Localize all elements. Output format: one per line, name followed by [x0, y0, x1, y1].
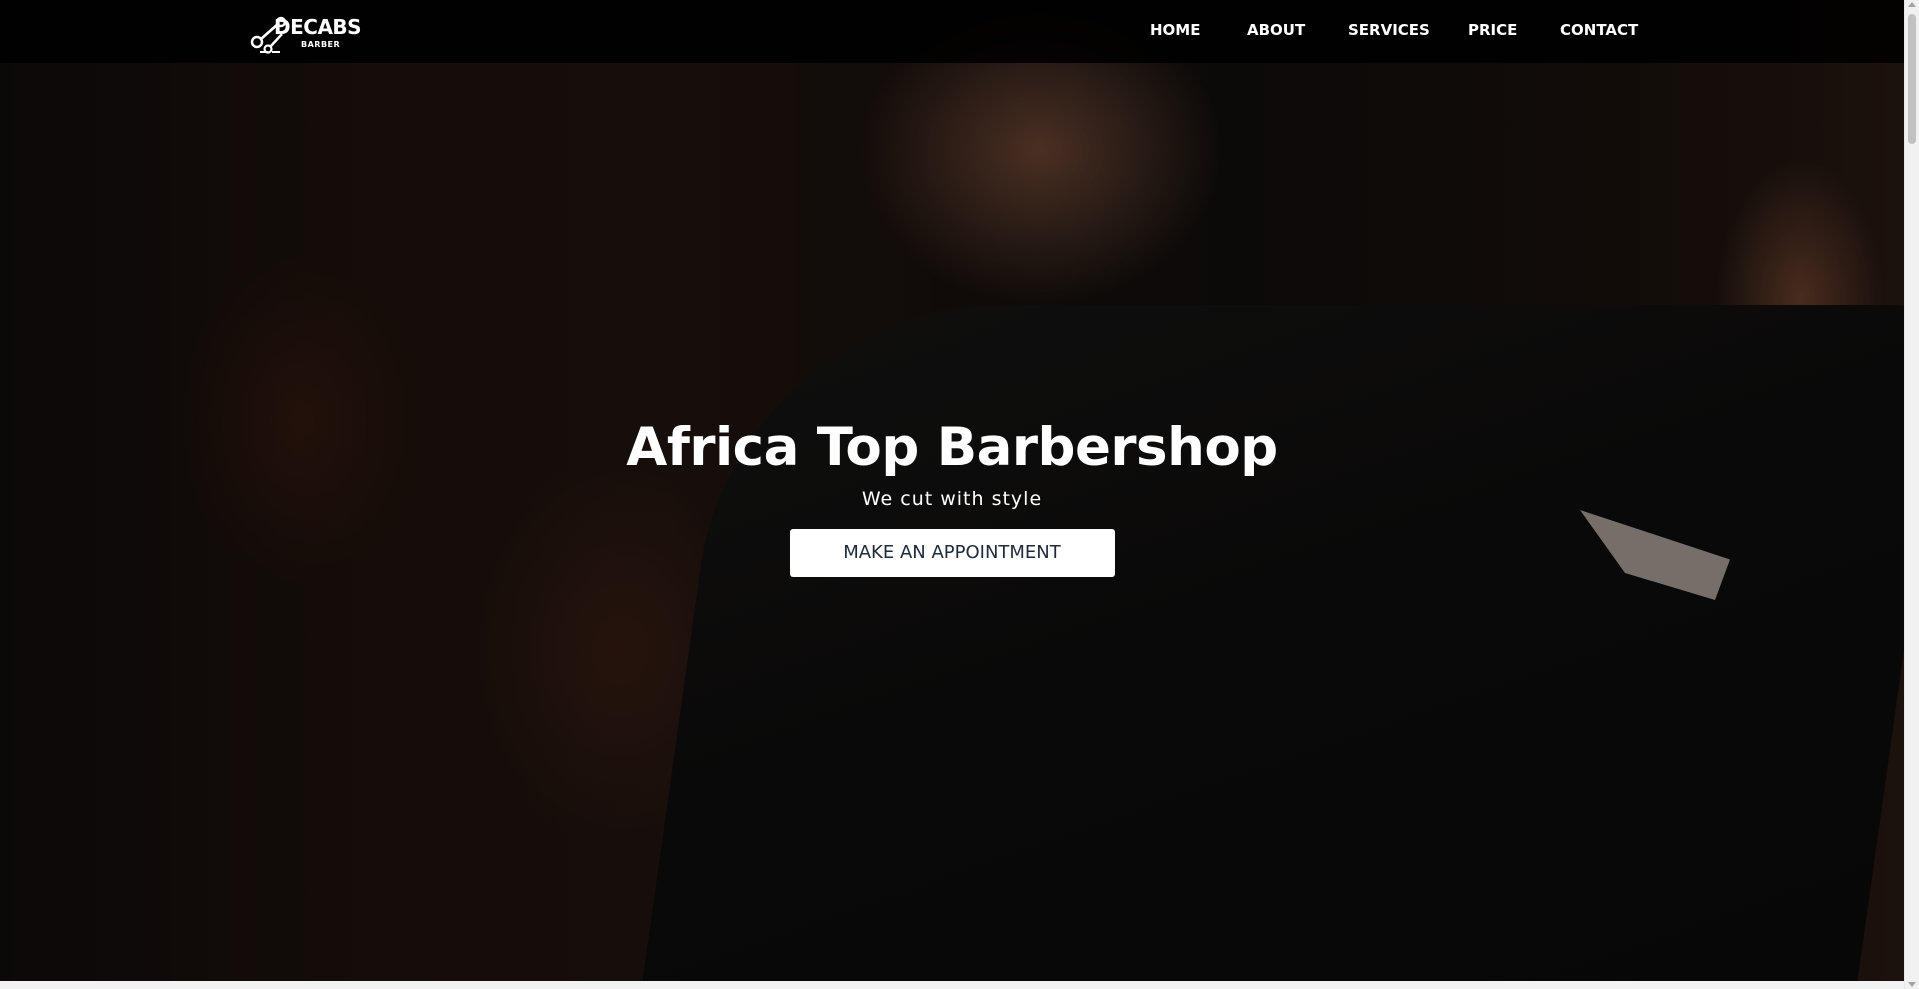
scroll-up-arrow-icon[interactable] [1908, 2, 1916, 7]
navbar: DECABS BARBER HOME ABOUT SERVICES PRICE … [0, 0, 1904, 63]
logo[interactable]: DECABS BARBER [248, 14, 378, 56]
make-appointment-button[interactable]: MAKE AN APPOINTMENT [789, 529, 1115, 577]
logo-tagline: BARBER [301, 40, 341, 49]
hero-subtitle: We cut with style [861, 488, 1043, 510]
scrollbar[interactable] [1904, 0, 1919, 989]
nav-item-about[interactable]: ABOUT [1247, 20, 1305, 40]
page-bottom-edge [0, 981, 1904, 989]
nav-item-contact[interactable]: CONTACT [1560, 20, 1638, 40]
hero-section: Africa Top Barbershop We cut with style … [0, 412, 1904, 577]
scroll-down-arrow-icon[interactable] [1908, 982, 1916, 987]
nav-item-home[interactable]: HOME [1150, 20, 1200, 40]
scrollbar-thumb[interactable] [1908, 14, 1916, 144]
logo-brand-name: DECABS [274, 15, 362, 39]
nav-item-services[interactable]: SERVICES [1348, 20, 1430, 40]
hero-title: Africa Top Barbershop [626, 417, 1278, 478]
nav-item-price[interactable]: PRICE [1468, 20, 1517, 40]
page: DECABS BARBER HOME ABOUT SERVICES PRICE … [0, 0, 1919, 989]
